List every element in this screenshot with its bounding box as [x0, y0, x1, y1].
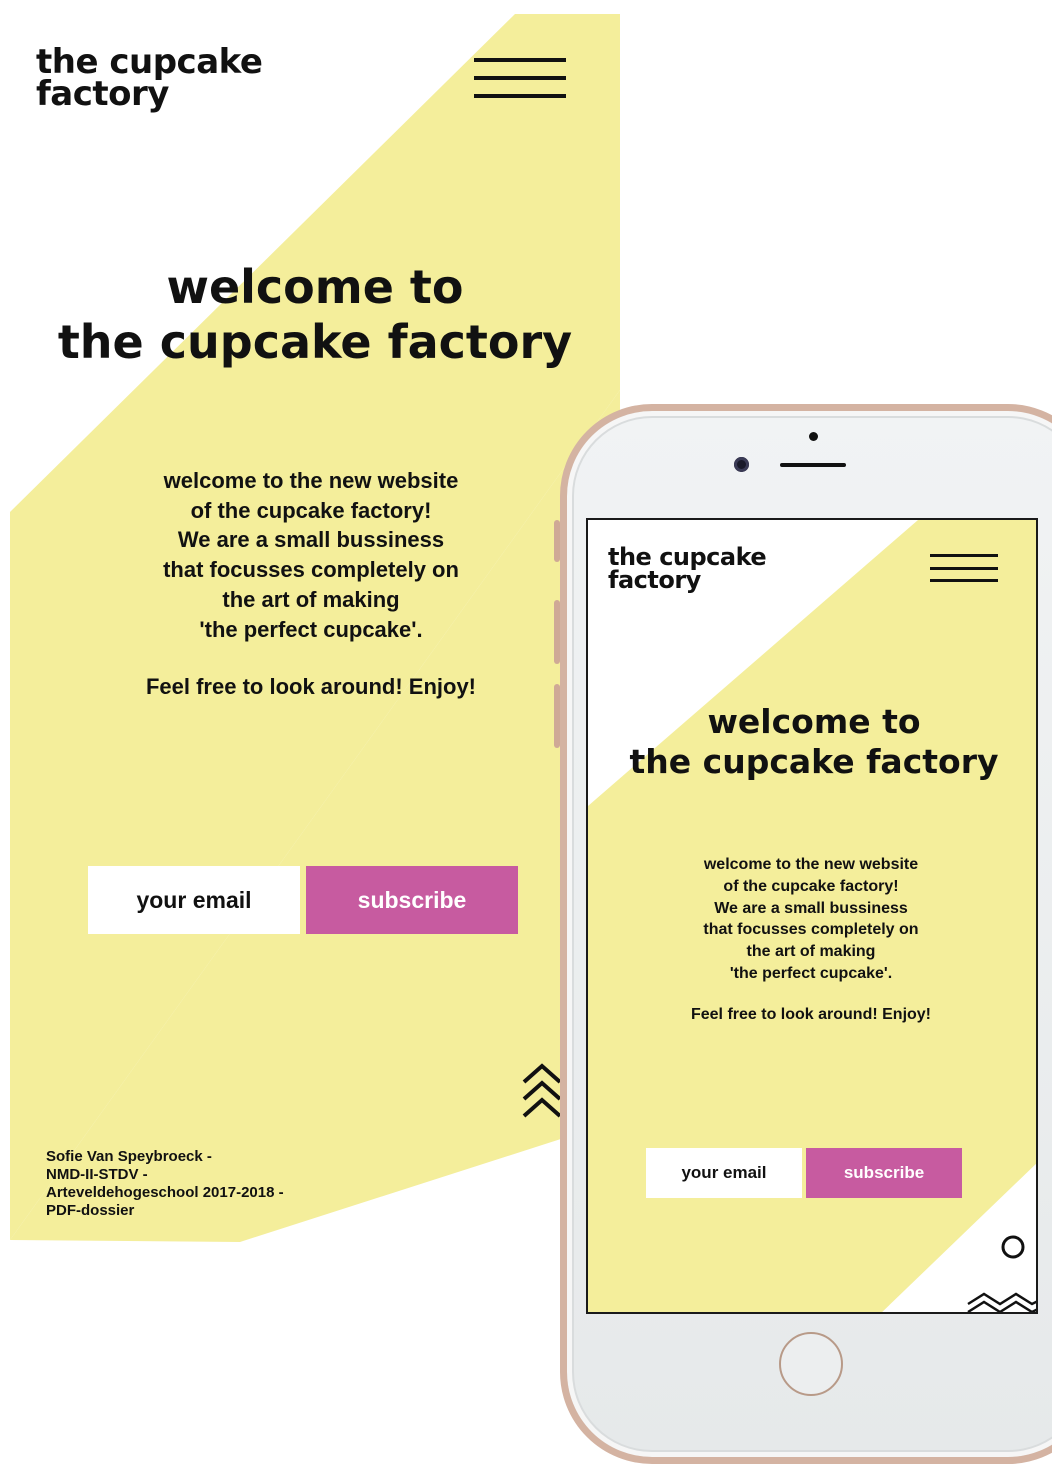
credits: Sofie Van Speybroeck - NMD-II-STDV - Art…	[46, 1148, 284, 1220]
credits-line: NMD-II-STDV -	[46, 1166, 148, 1183]
hero-title-line2: the cupcake factory	[629, 741, 999, 781]
phone-intro-text: welcome to the new website of the cupcak…	[588, 854, 1034, 985]
phone-brand-logo[interactable]: the cupcake factory	[608, 545, 767, 594]
phone-side-button	[554, 600, 560, 664]
intro-line: welcome to the new website	[163, 468, 459, 493]
menu-bar	[474, 76, 566, 80]
intro-line: 'the perfect cupcake'.	[199, 616, 423, 642]
phone-home-button[interactable]	[779, 1332, 843, 1396]
subscribe-button[interactable]: subscribe	[306, 866, 518, 934]
hero-title-line1: welcome to	[166, 260, 464, 314]
menu-bar	[930, 579, 998, 582]
credits-line: Arteveldehogeschool 2017-2018 -	[46, 1184, 284, 1201]
intro-line: of the cupcake factory!	[190, 497, 432, 523]
phone-email-field[interactable]	[646, 1148, 802, 1198]
credits-line: PDF-dossier	[46, 1202, 135, 1219]
phone-hero-title: welcome to the cupcake factory	[588, 702, 1036, 781]
email-field[interactable]	[88, 866, 300, 934]
brand-logo[interactable]: the cupcake factory	[36, 45, 263, 115]
intro-line: that focusses completely on	[703, 921, 919, 939]
credits-line: Sofie Van Speybroeck -	[46, 1148, 212, 1165]
phone-side-button	[554, 520, 560, 562]
chevrons-up-icon[interactable]	[522, 1060, 562, 1126]
intro-text: welcome to the new website of the cupcak…	[40, 466, 582, 644]
intro-line: the art of making	[746, 943, 876, 961]
intro-line: the art of making	[222, 586, 400, 612]
hero-title-line1: welcome to	[707, 702, 921, 741]
menu-bar	[474, 94, 566, 98]
intro-line: We are a small bussiness	[177, 527, 445, 553]
phone-camera	[734, 457, 749, 472]
intro-line: We are a small bussiness	[714, 899, 908, 917]
phone-sensor-dot	[809, 432, 818, 441]
menu-bar	[930, 566, 998, 570]
phone-subscribe-button[interactable]: subscribe	[806, 1148, 962, 1198]
intro-line: 'the perfect cupcake'.	[729, 964, 893, 982]
intro-line: that focusses completely on	[163, 557, 459, 583]
menu-bar	[474, 58, 566, 62]
intro-cta: Feel free to look around! Enjoy!	[145, 674, 477, 699]
menu-bar	[930, 554, 998, 557]
hamburger-menu-icon[interactable]	[930, 554, 998, 582]
hamburger-menu-icon[interactable]	[474, 58, 566, 98]
phone-screen: the cupcake factory welcome to the cupca…	[586, 518, 1038, 1314]
hero-title-line2: the cupcake factory	[57, 315, 573, 370]
intro-line: of the cupcake factory!	[723, 877, 899, 895]
phone-side-button	[554, 684, 560, 748]
circle-icon	[1001, 1235, 1025, 1259]
phone-intro-cta: Feel free to look around! Enjoy!	[690, 1006, 932, 1023]
intro-line: welcome to the new website	[703, 856, 919, 873]
hero-title: welcome to the cupcake factory	[20, 260, 610, 370]
phone-speaker	[780, 463, 846, 467]
brand-logo-line2: factory	[608, 565, 701, 594]
brand-logo-line2: factory	[36, 74, 169, 115]
zigzag-icon	[967, 1292, 1036, 1312]
